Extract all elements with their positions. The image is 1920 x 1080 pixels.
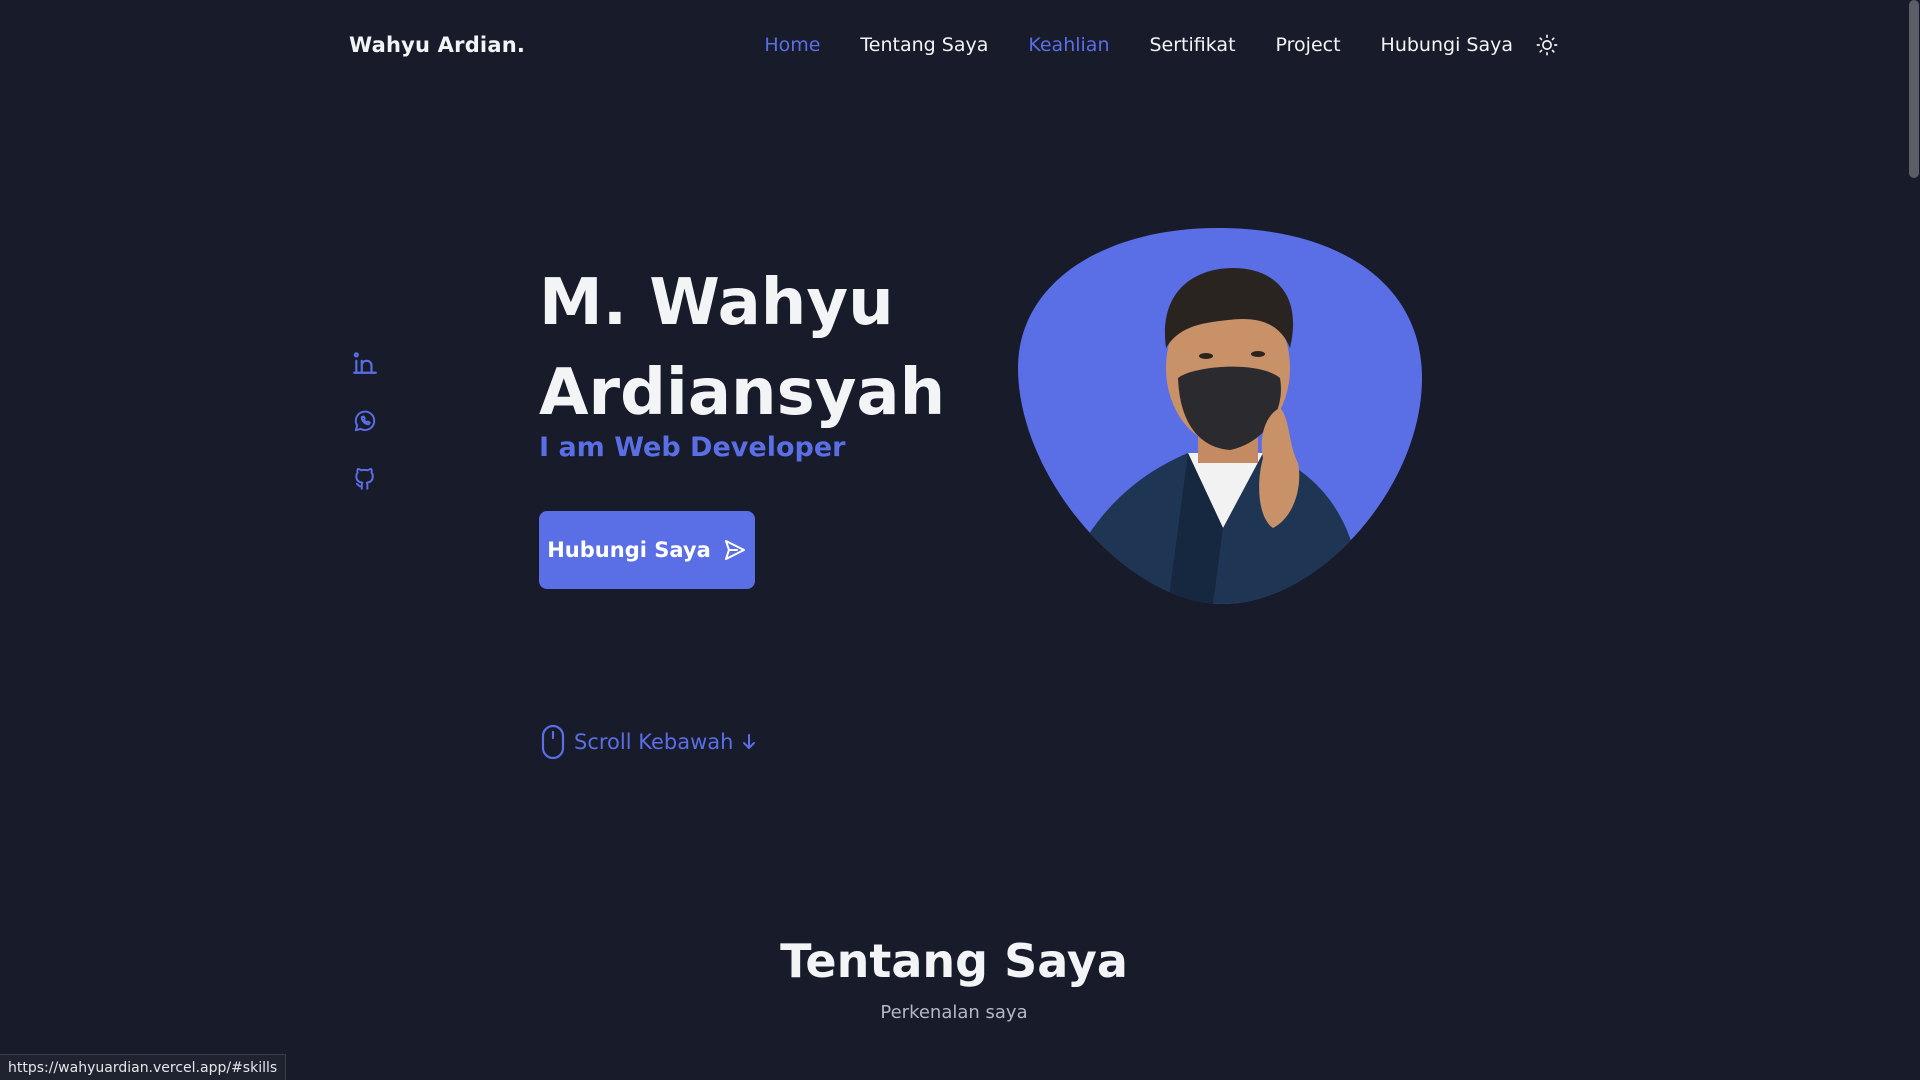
about-section-title: Tentang Saya — [780, 934, 1128, 988]
site-logo[interactable]: Wahyu Ardian. — [349, 33, 525, 57]
social-links — [352, 350, 378, 492]
whatsapp-link[interactable] — [352, 408, 378, 434]
github-link[interactable] — [352, 466, 378, 492]
profile-photo — [1018, 228, 1422, 604]
page: Wahyu Ardian. Home Tentang Saya Keahlian… — [0, 0, 1920, 1080]
scroll-down-link[interactable]: Scroll Kebawah — [540, 724, 757, 760]
hero-name-line2: Ardiansyah — [539, 356, 946, 430]
github-icon — [355, 468, 374, 490]
main-nav: Home Tentang Saya Keahlian Sertifikat Pr… — [764, 33, 1559, 57]
scrollbar-thumb[interactable] — [1909, 0, 1919, 178]
nav-sertifikat[interactable]: Sertifikat — [1150, 34, 1236, 56]
nav-hubungi-saya[interactable]: Hubungi Saya — [1381, 34, 1513, 56]
mouse-icon — [541, 724, 565, 760]
about-section-subtitle: Perkenalan saya — [880, 1002, 1028, 1023]
hero-name: M. Wahyu Ardiansyah — [539, 258, 1019, 438]
hero-name-line1: M. Wahyu — [539, 266, 894, 340]
linkedin-link[interactable] — [352, 350, 378, 376]
linkedin-icon — [353, 352, 377, 374]
theme-toggle-button[interactable] — [1535, 33, 1559, 57]
scrollbar[interactable] — [1908, 0, 1920, 1080]
site-header: Wahyu Ardian. Home Tentang Saya Keahlian… — [349, 0, 1559, 90]
hubungi-saya-button[interactable]: Hubungi Saya — [539, 511, 755, 589]
nav-home[interactable]: Home — [764, 34, 820, 56]
nav-project[interactable]: Project — [1276, 34, 1341, 56]
scroll-down-label: Scroll Kebawah — [574, 730, 734, 754]
cta-label: Hubungi Saya — [547, 538, 711, 562]
nav-tentang-saya[interactable]: Tentang Saya — [860, 34, 988, 56]
hero-subtitle: I am Web Developer — [539, 432, 846, 463]
sun-icon — [1536, 34, 1558, 56]
send-icon — [724, 540, 745, 560]
status-bar-url: https://wahyuardian.vercel.app/#skills — [0, 1054, 287, 1080]
arrow-down-icon — [743, 734, 756, 749]
nav-keahlian[interactable]: Keahlian — [1028, 34, 1109, 56]
whatsapp-icon — [354, 410, 376, 432]
